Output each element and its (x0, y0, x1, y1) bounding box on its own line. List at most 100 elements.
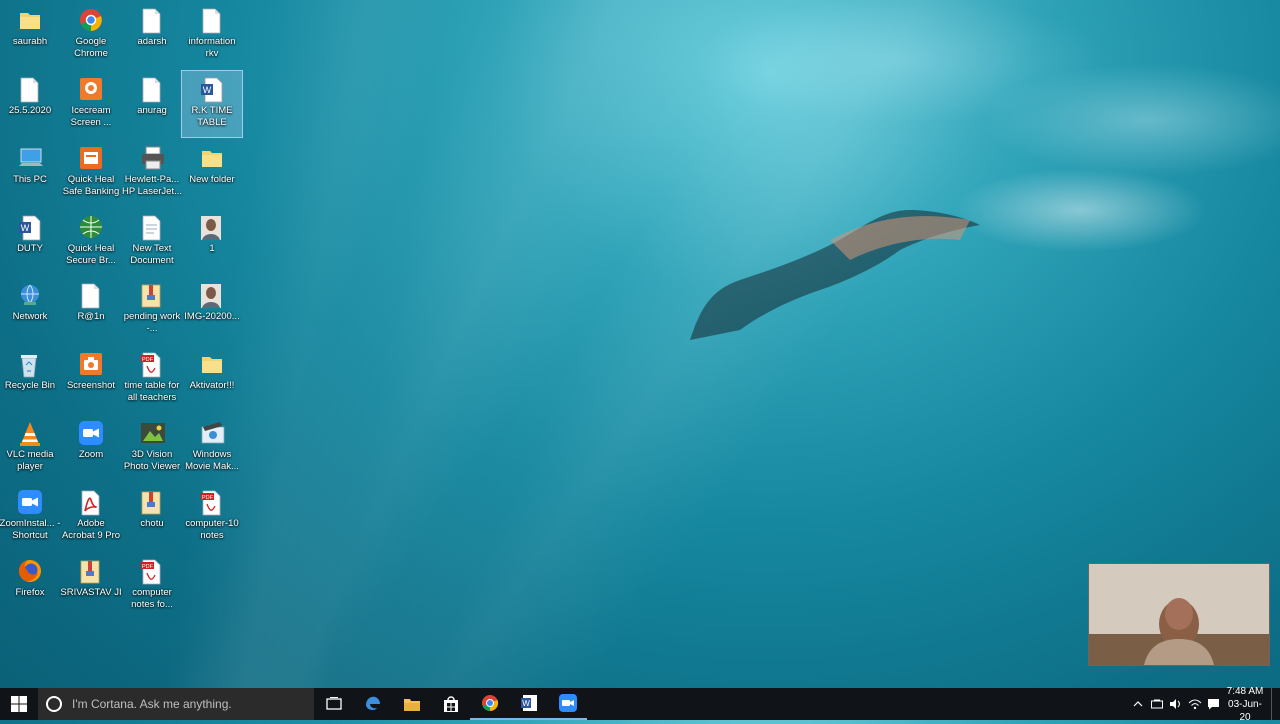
desktop-icon-label: Adobe Acrobat 9 Pro (61, 518, 121, 541)
task-view-button[interactable] (314, 688, 353, 720)
desktop-icon[interactable]: VLC media player (0, 415, 60, 481)
desktop-icon-label: SRIVASTAV JI (60, 587, 122, 598)
desktop-icon[interactable]: PDF computer-10 notes (182, 484, 242, 550)
image-icon (200, 215, 224, 241)
desktop-icon[interactable]: Windows Movie Mak... (182, 415, 242, 481)
volume-icon[interactable] (1166, 688, 1185, 720)
desktop-icon[interactable]: 3D Vision Photo Viewer (122, 415, 182, 481)
desktop-icon-label: anurag (137, 105, 167, 116)
zoom-icon (18, 490, 42, 516)
desktop-icon[interactable]: 1 (182, 209, 242, 275)
taskbar-file-explorer[interactable] (392, 688, 431, 720)
desktop-icon[interactable]: PDF time table for all teachers (122, 346, 182, 412)
document-icon (200, 8, 224, 34)
show-desktop-button[interactable] (1271, 688, 1280, 720)
desktop-icon[interactable]: Aktivator!!! (182, 346, 242, 412)
desktop-icon-label: ZoomInstal... - Shortcut (0, 518, 61, 541)
taskbar-zoom[interactable] (548, 688, 587, 720)
quickheal-banking-icon (79, 146, 103, 172)
desktop-icon[interactable]: Firefox (0, 553, 60, 619)
desktop-icon[interactable]: adarsh (122, 2, 182, 68)
desktop-icon[interactable]: New Text Document (122, 209, 182, 275)
wifi-icon[interactable] (1185, 688, 1204, 720)
desktop-icon[interactable]: saurabh (0, 2, 60, 68)
desktop-icon-label: chotu (140, 518, 164, 529)
tray-overflow-chevron-icon[interactable] (1128, 688, 1147, 720)
desktop-icon[interactable]: chotu (122, 484, 182, 550)
desktop-icon[interactable]: 25.5.2020 (0, 71, 60, 137)
vlc-icon (18, 421, 42, 447)
desktop-icon[interactable]: This PC (0, 140, 60, 206)
desktop-icon[interactable]: anurag (122, 71, 182, 137)
desktop-icon[interactable]: R@1n (61, 277, 121, 343)
printer-icon (140, 146, 164, 172)
desktop-icon-label: Recycle Bin (4, 380, 56, 391)
cortana-icon (46, 696, 62, 712)
network-icon (18, 283, 42, 309)
icecream-recorder-icon (79, 77, 103, 103)
taskbar-clock[interactable]: 7:48 AM 03-Jun-20 (1223, 685, 1267, 724)
desktop-icon-label: R.K TIME TABLE (191, 105, 233, 128)
desktop-icon[interactable]: Google Chrome (61, 2, 121, 68)
desktop-icon[interactable]: Recycle Bin (0, 346, 60, 412)
tray-app-icon[interactable] (1147, 688, 1166, 720)
desktop-icon-label: DUTY (17, 243, 43, 254)
desktop-icon[interactable]: W R.K TIME TABLE (181, 70, 243, 138)
desktop-icon[interactable]: Adobe Acrobat 9 Pro (61, 484, 121, 550)
desktop-icon-label: Windows Movie Mak... (185, 449, 239, 472)
pdf-icon: PDF (140, 559, 164, 585)
recycle-bin-icon (18, 352, 42, 378)
start-button[interactable] (0, 688, 38, 720)
desktop-icon-label: computer notes fo... (131, 587, 173, 610)
desktop-icon-label: time table for all teachers (124, 380, 180, 403)
desktop-icon[interactable]: IMG-20200... (182, 277, 242, 343)
desktop-icon-label: New Text Document (130, 243, 174, 266)
desktop-icon[interactable]: Network (0, 277, 60, 343)
archive-icon (140, 283, 164, 309)
taskbar-chrome[interactable] (470, 688, 509, 720)
zoom-icon (558, 694, 577, 712)
desktop-icon-label: Quick Heal Secure Br... (66, 243, 116, 266)
text-document-icon (140, 215, 164, 241)
document-icon (140, 77, 164, 103)
desktop-icon[interactable]: pending work -... (122, 277, 182, 343)
svg-text:PDF: PDF (142, 564, 154, 570)
action-center-icon[interactable] (1204, 688, 1223, 720)
desktop-icon[interactable]: Icecream Screen ... (61, 71, 121, 137)
desktop-icon[interactable]: W DUTY (0, 209, 60, 275)
desktop-icon[interactable]: SRIVASTAV JI (60, 553, 122, 619)
desktop-icon-label: computer-10 notes (185, 518, 239, 541)
desktop-icon[interactable]: PDF computer notes fo... (122, 553, 182, 619)
desktop-icon-label: New folder (189, 174, 235, 185)
document-icon (140, 8, 164, 34)
document-icon (18, 77, 42, 103)
taskbar-edge[interactable] (353, 688, 392, 720)
svg-text:PDF: PDF (142, 357, 154, 363)
desktop-icon-label: Hewlett-Pa... HP LaserJet... (121, 174, 183, 197)
desktop-icon[interactable]: information rkv (182, 2, 242, 68)
movie-maker-icon (200, 421, 225, 447)
desktop-icon[interactable]: Quick Heal Safe Banking (61, 140, 121, 206)
chrome-icon (79, 8, 103, 34)
desktop-icon-label: IMG-20200... (184, 311, 240, 322)
wallpaper-diver-figure (690, 210, 980, 340)
desktop-icon[interactable]: Quick Heal Secure Br... (61, 209, 121, 275)
taskbar-word[interactable]: W (509, 688, 548, 720)
archive-icon (79, 559, 103, 585)
desktop-icon-label: Google Chrome (74, 36, 108, 59)
webcam-overlay (1088, 563, 1270, 666)
desktop-icon-label: Zoom (78, 449, 104, 460)
zoom-icon (79, 421, 103, 447)
svg-text:W: W (21, 223, 30, 233)
webcam-person-image (1089, 564, 1269, 665)
desktop-icon[interactable]: New folder (182, 140, 242, 206)
desktop-icon-label: Screenshot (66, 380, 116, 391)
desktop-icon[interactable]: Screenshot (61, 346, 121, 412)
word-document-icon: W (18, 215, 42, 241)
desktop-icon[interactable]: Hewlett-Pa... HP LaserJet... (122, 140, 182, 206)
desktop-icon[interactable]: ZoomInstal... - Shortcut (0, 484, 60, 550)
taskbar-store[interactable] (431, 688, 470, 720)
cortana-search-box[interactable]: I'm Cortana. Ask me anything. (38, 688, 314, 720)
desktop-icon[interactable]: Zoom (61, 415, 121, 481)
folder-icon (200, 352, 224, 378)
